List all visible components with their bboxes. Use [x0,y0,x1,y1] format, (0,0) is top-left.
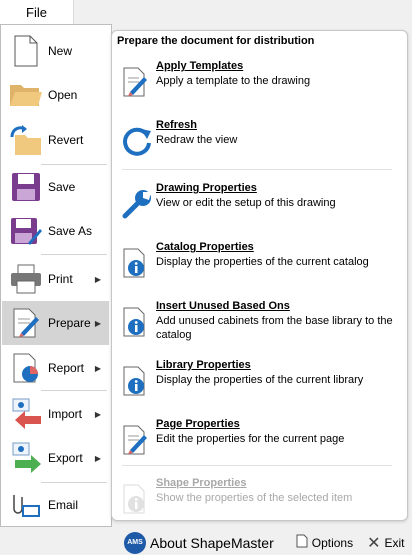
menu-item-revert[interactable]: Revert [2,119,109,161]
info-document-icon [121,365,153,397]
info-document-icon [121,247,153,279]
submenu-arrow-icon: ▶ [94,453,101,463]
file-tab[interactable]: File [0,0,74,24]
exit-label: Exit [384,535,405,550]
email-attach-icon [8,487,44,523]
submenu-item-title: Insert Unused Based Ons [156,300,290,312]
menu-item-save[interactable]: Save [2,167,109,207]
import-arrow-icon [8,396,44,432]
submenu-item-insert-unused[interactable]: Insert Unused Based Ons Add unused cabin… [117,300,402,356]
file-menu-panel: New Open Revert Save Save As Print ▶ Pre… [0,24,112,527]
revert-folder-icon [8,122,44,158]
menu-item-label: Print [48,272,73,286]
report-chart-icon [8,350,44,386]
menu-item-label: Prepare [48,316,91,330]
menu-item-label: Open [48,88,78,102]
submenu-item-apply-templates[interactable]: Apply Templates Apply a template to the … [117,60,402,116]
submenu-item-title: Refresh [156,119,197,131]
about-label: About ShapeMaster [150,534,274,551]
floppy-pencil-icon [8,213,44,249]
submenu-item-title: Drawing Properties [156,182,257,194]
menu-item-label: Save As [48,224,93,238]
info-document-icon [121,306,153,338]
submenu-item-desc: View or edit the setup of this drawing [156,197,336,209]
menu-separator [41,482,107,483]
submenu-heading: Prepare the document for distribution [117,35,315,47]
exit-button[interactable]: ✕ Exit [367,533,404,553]
template-pencil-icon [121,66,153,98]
folder-open-icon [8,77,44,113]
floppy-disk-icon [8,169,44,205]
submenu-item-title: Catalog Properties [156,241,254,253]
menu-item-email[interactable]: Email [2,485,109,525]
submenu-arrow-icon: ▶ [94,363,101,373]
options-document-icon [296,534,308,551]
submenu-item-desc: Display the properties of the current ca… [156,256,369,268]
submenu-arrow-icon: ▶ [94,409,101,419]
export-arrow-icon [8,440,44,476]
menu-item-label: Email [48,498,79,512]
printer-icon [8,261,44,297]
menu-separator [41,254,107,255]
submenu-item-title: Library Properties [156,359,251,371]
menu-item-report[interactable]: Report ▶ [2,347,109,389]
prepare-submenu-panel: Prepare the document for distribution Ap… [111,30,408,521]
submenu-item-desc: Edit the properties for the current page [156,433,345,445]
menu-item-label: Save [48,180,76,194]
menu-item-label: New [48,44,73,58]
submenu-item-title: Shape Properties [156,477,247,489]
submenu-item-desc: Display the properties of the current li… [156,374,364,386]
submenu-item-title: Page Properties [156,418,240,430]
menu-item-label: Report [48,361,85,375]
submenu-item-title: Apply Templates [156,60,244,72]
menu-separator [41,390,107,391]
refresh-icon [121,125,153,157]
ams-logo-icon: AMS [124,531,146,554]
backstage-footer: AMS About ShapeMaster Options ✕ Exit [112,530,412,555]
page-pencil-icon [121,424,153,456]
menu-item-import[interactable]: Import ▶ [2,393,109,435]
menu-item-save-as[interactable]: Save As [2,211,109,251]
submenu-arrow-icon: ▶ [94,318,101,328]
top-strip [74,0,412,24]
options-label: Options [311,535,354,550]
submenu-item-library-properties[interactable]: Library Properties Display the propertie… [117,359,402,415]
prepare-pencil-icon [8,305,44,341]
menu-item-open[interactable]: Open [2,75,109,115]
submenu-item-shape-properties: Shape Properties Show the properties of … [117,477,402,533]
menu-separator [41,164,107,165]
menu-item-label: Revert [48,133,84,147]
submenu-item-desc: Show the properties of the selected item [156,492,353,504]
submenu-arrow-icon: ▶ [94,274,101,284]
submenu-item-desc: Apply a template to the drawing [156,75,311,87]
wrench-icon [121,188,153,220]
menu-item-label: Export [48,451,83,465]
submenu-item-drawing-properties[interactable]: Drawing Properties View or edit the setu… [117,182,402,238]
menu-item-label: Import [48,407,83,421]
submenu-separator [122,169,392,170]
submenu-item-catalog-properties[interactable]: Catalog Properties Display the propertie… [117,241,402,297]
menu-item-new[interactable]: New [2,31,109,71]
menu-item-prepare[interactable]: Prepare ▶ [2,301,109,345]
info-document-icon [121,483,153,515]
submenu-separator [122,465,392,466]
submenu-item-refresh[interactable]: Refresh Redraw the view [117,119,402,175]
close-icon: ✕ [367,534,381,552]
menu-item-export[interactable]: Export ▶ [2,437,109,479]
submenu-item-desc: Add unused cabinets from the base librar… [156,315,393,341]
about-button[interactable]: AMS About ShapeMaster [124,531,274,554]
menu-item-print[interactable]: Print ▶ [2,258,109,300]
options-button[interactable]: Options [296,534,353,551]
submenu-item-desc: Redraw the view [156,134,238,146]
new-document-icon [8,33,44,69]
